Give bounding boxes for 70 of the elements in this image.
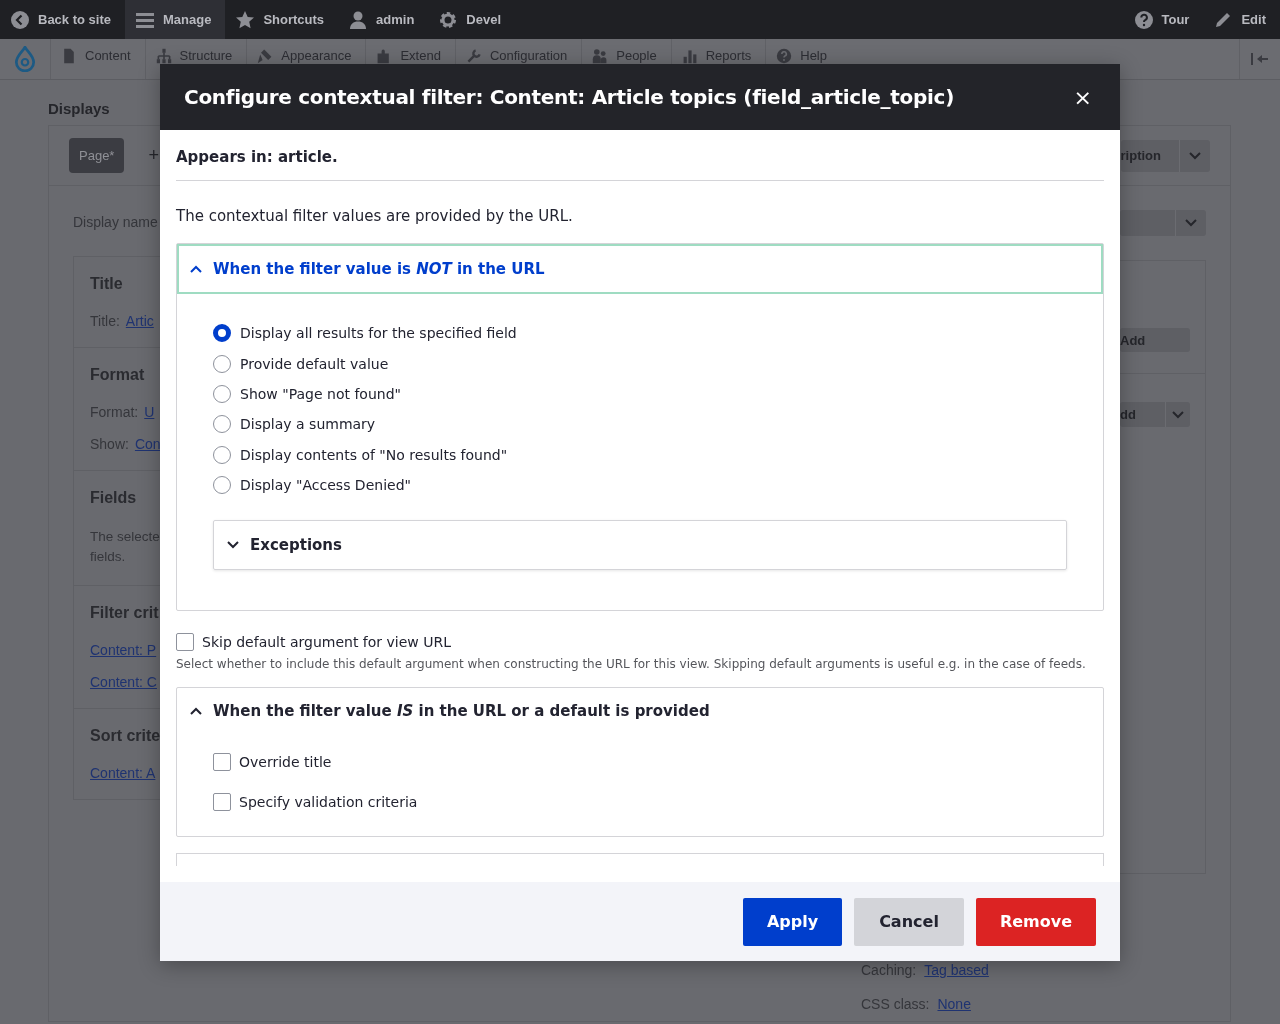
setting-link[interactable]: Content: C	[90, 674, 157, 690]
add-display-button[interactable]: +	[148, 145, 159, 166]
setting-link[interactable]: None	[937, 996, 971, 1012]
help-icon	[776, 48, 793, 64]
radio-button[interactable]	[213, 354, 231, 373]
star-icon	[235, 9, 256, 30]
appears-in-text: Appears in: article.	[176, 148, 1104, 181]
person-icon	[348, 9, 369, 30]
setting-link[interactable]: Tag based	[924, 962, 989, 978]
dialog-title: Configure contextual filter: Content: Article topics (field_article_topic)	[184, 85, 954, 109]
section-title: Sort crite	[90, 727, 162, 745]
section-heading: Displays	[48, 100, 111, 117]
toolbar-item[interactable]: Back to site	[0, 0, 125, 39]
cancel-button[interactable]: Cancel	[854, 897, 964, 946]
brush-icon	[257, 48, 274, 64]
document-icon	[61, 48, 77, 64]
toolbar-item[interactable]: admin	[338, 0, 429, 39]
section-title: Fields	[90, 489, 138, 507]
toolbar-item[interactable]: Shortcuts	[225, 0, 339, 39]
checkbox-label: Skip default argument for view URL	[202, 634, 451, 651]
toolbar-item[interactable]: Devel	[428, 0, 516, 39]
checkbox[interactable]	[213, 793, 231, 812]
setting-link[interactable]: Con	[134, 436, 161, 452]
display-tab[interactable]: Page*	[69, 138, 125, 173]
apply-button[interactable]: Apply	[742, 897, 843, 946]
option-label: Display a summary	[240, 416, 376, 433]
dropdown-button[interactable]: dd	[1120, 402, 1190, 427]
checkbox[interactable]	[213, 753, 231, 772]
people-icon	[592, 48, 609, 64]
details-summary[interactable]: When the filter value IS in the URL or a default is provided	[177, 688, 1103, 735]
option-label: Show "Page not found"	[240, 385, 401, 402]
checkbox-label: Override title	[239, 754, 332, 771]
details-summary[interactable]: When the filter value is NOT in the URL	[177, 244, 1103, 294]
setting-link[interactable]: Content: A	[90, 765, 156, 781]
bar-chart-icon	[681, 48, 698, 64]
radio-button[interactable]	[213, 476, 231, 495]
toolbar-item[interactable]: Edit	[1203, 0, 1280, 39]
close-button[interactable]: ×	[1069, 84, 1096, 110]
collapse-icon[interactable]	[1250, 52, 1270, 66]
select-field[interactable]	[1120, 210, 1206, 236]
intro-text: The contextual filter values are provided by the URL.	[176, 207, 574, 225]
section-title: Title	[90, 275, 124, 293]
setting-link[interactable]: Artic	[125, 313, 154, 329]
remove-button[interactable]: Remove	[975, 897, 1096, 946]
checkbox-label: Specify validation criteria	[239, 794, 418, 811]
option-label: Display contents of "No results found"	[240, 446, 508, 463]
admin-menu-item[interactable]: Content	[50, 39, 145, 79]
description-text: Select whether to include this default argument when constructing the URL for this view. Skipping default arguments is useful e.g. in the case of feeds.	[176, 657, 1087, 672]
setting-link[interactable]: Content: P	[90, 642, 157, 658]
settings-icon	[438, 9, 459, 30]
toolbar-item[interactable]: Manage	[125, 0, 226, 39]
toolbar-item[interactable]: Tour	[1123, 0, 1204, 39]
details-summary[interactable]: Exceptions	[214, 521, 1066, 570]
section-title: Filter crit	[90, 604, 160, 622]
radio-button[interactable]	[213, 324, 231, 343]
add-button[interactable]: Add	[1120, 328, 1190, 352]
section-title: Format	[90, 366, 146, 384]
wrench-icon	[465, 48, 482, 64]
dropdown-button[interactable]: ription	[1120, 139, 1210, 172]
radio-button[interactable]	[213, 445, 231, 464]
option-label: Display all results for the specified field	[240, 325, 517, 342]
checkbox[interactable]	[176, 633, 194, 652]
option-label: Provide default value	[240, 355, 389, 372]
option-label: Display "Access Denied"	[240, 477, 411, 494]
radio-button[interactable]	[213, 384, 231, 403]
radio-button[interactable]	[213, 415, 231, 434]
help-icon	[1133, 9, 1154, 30]
hierarchy-icon	[155, 48, 172, 64]
drop-logo-icon[interactable]	[14, 46, 36, 72]
setting-link[interactable]: U	[144, 404, 155, 420]
